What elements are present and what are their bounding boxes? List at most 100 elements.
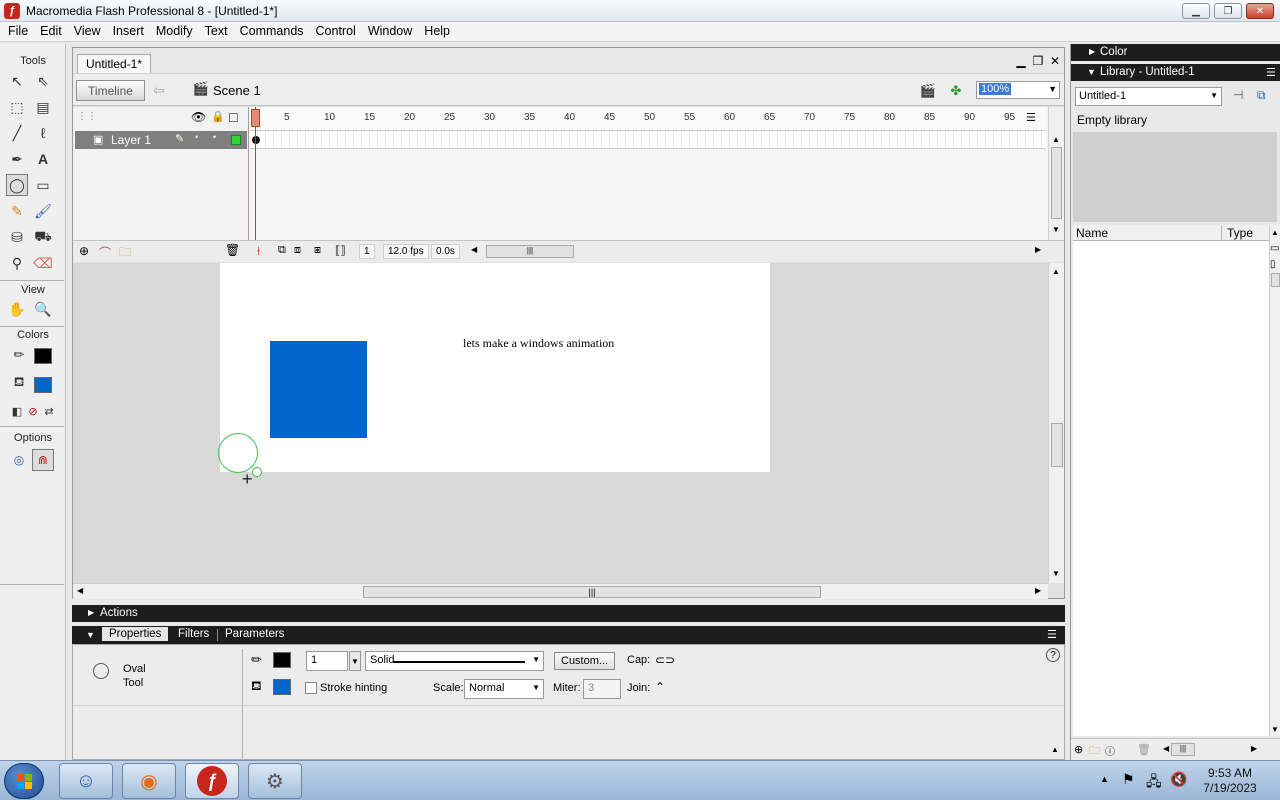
wide-state-icon[interactable]: ▭ [1270,243,1279,254]
scroll-down-arrow-icon[interactable]: ▼ [1052,225,1060,234]
library-hscroll-thumb[interactable]: ||| [1171,743,1195,756]
outline-icon[interactable]: □ [229,109,237,125]
stage-hscroll-thumb[interactable]: ||| [363,586,821,598]
keyframe-dot-icon[interactable] [252,136,260,144]
edit-multiple-frames-icon[interactable]: ⧆ [314,244,321,257]
narrow-state-icon[interactable]: ▯ [1270,259,1276,270]
blue-rectangle-shape[interactable] [270,341,367,438]
tab-parameters[interactable]: Parameters [218,627,291,641]
layer-visible-dot-icon[interactable]: • [195,132,198,142]
subselection-tool-icon[interactable]: ⇖ [32,70,54,92]
paint-bucket-tool-icon[interactable]: ⛟ [32,226,54,248]
column-name-header[interactable]: Name [1076,226,1108,240]
stage-scroll-down-icon[interactable]: ▼ [1052,569,1060,578]
zoom-combobox[interactable]: 100% ▼ [976,81,1060,99]
rectangle-tool-icon[interactable]: ▭ [32,174,54,196]
lasso-tool-icon[interactable]: ℓ [32,122,54,144]
flash-app-icon[interactable]: ƒ [4,3,20,19]
finder-task-button[interactable]: ☺ [59,763,113,799]
frame-rate-field[interactable]: 12.0 fps [383,244,429,259]
stage-canvas[interactable]: lets make a windows animation [220,263,770,472]
restore-button[interactable]: ❐ [1214,3,1242,19]
library-document-select[interactable]: Untitled-1 ▼ [1075,87,1222,106]
help-icon[interactable]: ? [1046,648,1060,662]
stage-vscroll-thumb[interactable] [1051,423,1063,467]
properties-fill-swatch[interactable] [273,679,291,695]
pen-tool-icon[interactable]: ✒ [6,148,28,170]
gradient-transform-tool-icon[interactable]: ▤ [32,96,54,118]
edit-symbols-icon[interactable]: ✤ [946,82,966,99]
stage-scroll-right-icon[interactable]: ▶ [1035,586,1041,595]
stage-vertical-scrollbar[interactable]: ▲ ▼ [1048,263,1064,583]
new-symbol-icon[interactable]: ⊕ [1074,743,1083,756]
stage-horizontal-scrollbar[interactable]: ◀ ||| ▶ [73,583,1048,599]
tab-properties[interactable]: Properties [102,627,169,641]
fill-color-swatch[interactable] [34,377,52,393]
stage-pasteboard[interactable]: lets make a windows animation + [73,263,1048,598]
library-select-dropdown-icon[interactable]: ▼ [1210,91,1218,100]
library-vertical-scrollbar[interactable]: ▲ ▭ ▯ ▼ [1269,225,1280,736]
new-library-panel-icon[interactable]: ⧉ [1257,88,1266,103]
onion-skin-icon[interactable]: ⧉ [278,244,286,257]
system-clock[interactable]: 9:53 AM 7/19/2023 [1190,766,1270,796]
stroke-style-dropdown-icon[interactable]: ▼ [532,655,540,664]
text-tool-icon[interactable]: A [32,148,54,170]
menu-insert[interactable]: Insert [107,22,150,41]
frames-area[interactable]: 1 5 10 15 20 25 30 35 40 45 50 55 60 65 … [250,107,1046,241]
zoom-dropdown-arrow-icon[interactable]: ▼ [1048,84,1057,94]
menu-edit[interactable]: Edit [34,22,68,41]
library-scroll-right-icon[interactable]: ▶ [1251,744,1257,753]
library-item-list[interactable] [1073,241,1269,736]
menu-file[interactable]: File [2,22,34,41]
expand-panel-icon[interactable]: ▲ [1051,745,1059,754]
menu-window[interactable]: Window [362,22,418,41]
pencil-tool-icon[interactable]: ✎ [6,200,28,222]
brush-tool-icon[interactable]: 🖌 [32,200,54,222]
library-scroll-down-icon[interactable]: ▼ [1271,725,1279,734]
library-sort-icon[interactable]: ▲ [1271,228,1279,237]
zoom-tool-icon[interactable]: 🔍 [32,298,54,320]
library-panel-header[interactable]: ▼ Library - Untitled-1 ☰ [1071,64,1280,81]
collapse-triangle-icon[interactable]: ▼ [86,630,95,640]
library-collapse-triangle-icon[interactable]: ▼ [1087,67,1096,77]
scale-dropdown-icon[interactable]: ▼ [532,683,540,692]
show-hide-eye-icon[interactable]: 👁 [191,110,206,124]
close-button[interactable]: ✕ [1246,3,1274,19]
color-expand-triangle-icon[interactable]: ▶ [1089,47,1095,56]
join-style-icon[interactable]: ⌃ [655,680,665,694]
frames-hscroll-thumb[interactable]: ||| [486,245,574,258]
layer-lock-dot-icon[interactable]: • [213,132,216,142]
object-drawing-icon[interactable]: ◎ [8,449,30,471]
stroke-color-swatch[interactable] [34,348,52,364]
color-panel-header[interactable]: ▶ Color [1071,44,1280,61]
volume-muted-icon[interactable]: 🔇 [1170,771,1187,788]
stage-scroll-up-icon[interactable]: ▲ [1052,267,1060,276]
timeline-gripper-icon[interactable]: ⋮⋮ [77,111,97,122]
panel-menu-icon[interactable]: ☰ [1047,628,1057,641]
firefox-task-button[interactable]: ◉ [122,763,176,799]
onion-skin-outlines-icon[interactable]: ⧈ [294,244,301,257]
pin-library-icon[interactable]: ⊣ [1233,88,1243,102]
properties-icon[interactable]: ⓘ [1105,743,1115,758]
scale-select[interactable]: Normal ▼ [464,679,544,699]
properties-stroke-swatch[interactable] [273,652,291,668]
network-icon[interactable]: 🖧 [1146,771,1162,795]
ink-bottle-tool-icon[interactable]: ⛁ [6,226,28,248]
miter-field[interactable]: 3 [583,679,621,699]
playhead-handle[interactable] [251,109,260,127]
stroke-width-dropdown-icon[interactable]: ▼ [349,651,361,671]
stroke-width-field[interactable]: 1 [306,651,348,671]
library-scroll-left-icon[interactable]: ◀ [1163,744,1169,753]
center-frame-icon[interactable]: ⍿ [257,244,260,259]
minimize-button[interactable]: ▁ [1182,3,1210,19]
menu-modify[interactable]: Modify [150,22,199,41]
line-tool-icon[interactable]: ╱ [6,122,28,144]
stage-scroll-left-icon[interactable]: ◀ [77,586,83,595]
layer-frame-row[interactable] [250,131,1046,149]
menu-view[interactable]: View [68,22,107,41]
custom-stroke-button[interactable]: Custom... [554,652,616,670]
eyedropper-tool-icon[interactable]: ⚲ [6,252,28,274]
frames-scroll-right-icon[interactable]: ▶ [1035,245,1041,254]
selection-tool-icon[interactable]: ↖ [6,70,28,92]
delete-layer-icon[interactable]: 🗑 [225,243,240,257]
